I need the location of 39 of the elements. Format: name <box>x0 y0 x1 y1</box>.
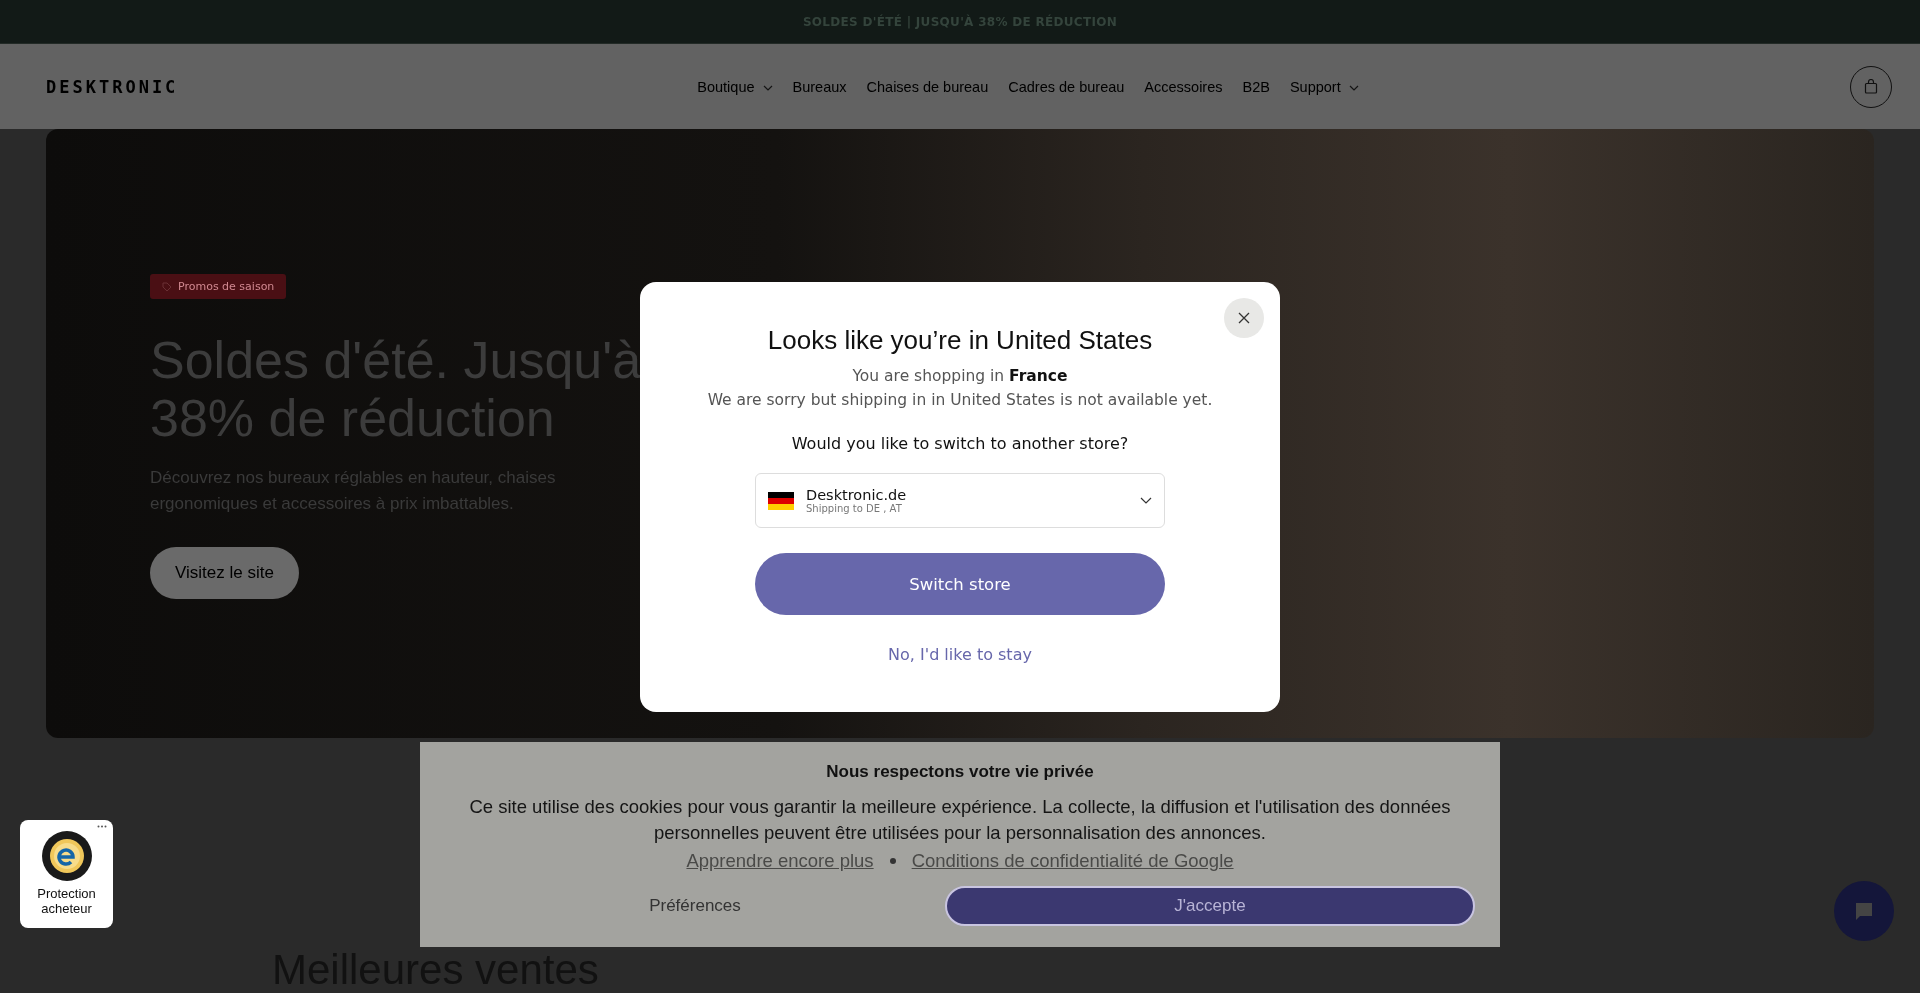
tag-icon <box>162 281 172 292</box>
nav-link[interactable]: B2B <box>1242 78 1270 95</box>
modal-title: Looks like you’re in United States <box>767 325 1153 356</box>
store-shipping: Shipping to DE , AT <box>806 503 903 514</box>
switch-question: Would you like to switch to another store? <box>791 434 1129 453</box>
nav-link[interactable]: Chaises de bureau <box>866 78 989 95</box>
accept-button[interactable]: J'accepte <box>945 886 1475 926</box>
cookie-title: Nous respectons votre vie privée <box>826 762 1094 782</box>
logo[interactable]: DESKTRONIC <box>46 76 246 97</box>
stay-link[interactable]: No, I'd like to stay <box>888 645 1032 664</box>
close-icon <box>1237 311 1251 325</box>
bullet-dot <box>889 858 896 864</box>
store-name: Desktronic.de <box>806 487 908 503</box>
nav-link[interactable]: Accessoires <box>1144 78 1223 95</box>
store-select[interactable]: Desktronic.de Shipping to DE , AT <box>755 473 1165 528</box>
german-flag-icon <box>768 491 794 510</box>
chevron-down-icon <box>762 84 773 91</box>
chat-bubble-icon <box>1854 901 1874 921</box>
tag-label: Promos de saison <box>178 280 275 293</box>
chevron-down-icon <box>1348 84 1359 91</box>
nav-link[interactable]: Cadres de bureau <box>1008 78 1125 95</box>
nav-link[interactable]: Bureaux <box>792 78 847 95</box>
nav-link[interactable]: Support <box>1289 78 1359 95</box>
cookie-link[interactable]: Apprendre encore plus <box>686 850 874 872</box>
switch-store-button[interactable]: Switch store <box>755 553 1165 615</box>
trust-badge[interactable]: Protection acheteur <box>20 820 113 928</box>
cookie-link[interactable]: Conditions de confidentialité de Google <box>911 850 1234 872</box>
bag-icon <box>1864 79 1878 94</box>
preferences-button[interactable]: Préférences <box>445 895 945 917</box>
cookie-text: Ce site utilise des cookies pour vous garantir la meilleure expérience. La collecte, la diffusion et l'utilisation des données personnelles peuvent être utilisées pour la personnalisation des annonces. <box>468 795 1452 845</box>
close-button[interactable] <box>1224 298 1264 338</box>
more-icon <box>97 825 107 828</box>
shopping-text: You are shopping in France <box>852 366 1068 386</box>
seal-icon <box>40 830 93 882</box>
badge-label: Protection acheteur <box>36 886 97 916</box>
shipping-notice: We are sorry but shipping in in United States is not available yet. <box>707 390 1213 410</box>
nav-link[interactable]: Boutique <box>697 78 773 95</box>
chevron-down-icon <box>1140 497 1152 504</box>
visit-button[interactable]: Visitez le site <box>150 547 299 599</box>
